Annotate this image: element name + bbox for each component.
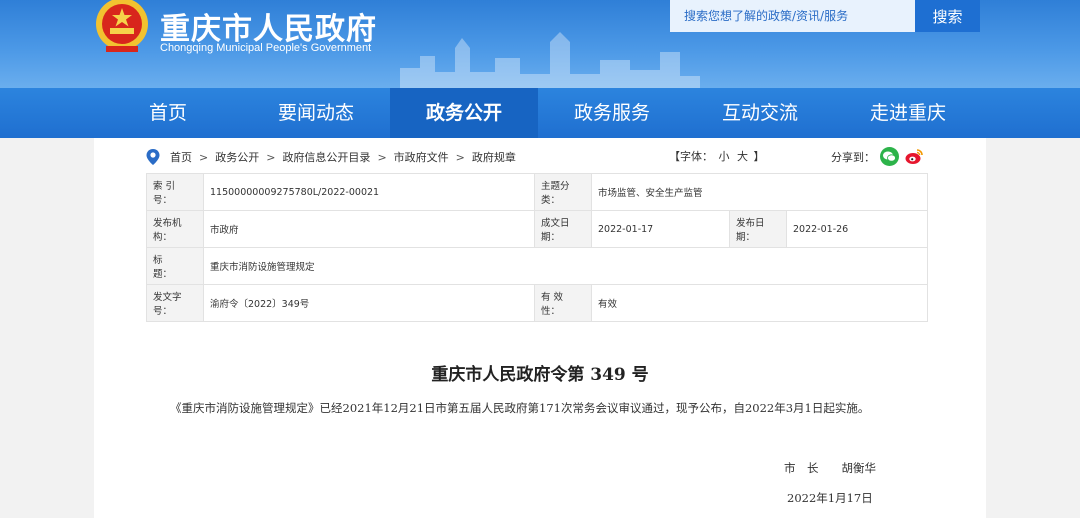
breadcrumb-government-affairs[interactable]: 政务公开 bbox=[215, 149, 259, 165]
document-number-label: 发文字号： bbox=[146, 284, 204, 322]
table-row: 发文字号： 渝府令〔2022〕349号 有 效 性： 有效 bbox=[146, 284, 928, 322]
category-value: 市场监管、安全生产监管 bbox=[591, 173, 928, 211]
nav-item-services[interactable]: 政务服务 bbox=[538, 88, 686, 138]
breadcrumb-regulations[interactable]: 政府规章 bbox=[472, 149, 516, 165]
published-date-value: 2022-01-26 bbox=[786, 210, 928, 248]
title-value: 重庆市消防设施管理规定 bbox=[203, 247, 928, 285]
published-date-label: 发布日期： bbox=[729, 210, 787, 248]
font-size-large[interactable]: 大 bbox=[737, 150, 748, 163]
document-signature: 市 长 胡衡华 bbox=[784, 461, 876, 475]
document-metadata-table: 索 引 号： 11500000009275780L/2022-00021 主题分… bbox=[146, 173, 928, 322]
breadcrumb: 首页 > 政务公开 > 政府信息公开目录 > 市政府文件 > 政府规章 bbox=[146, 148, 516, 166]
written-date-value: 2022-01-17 bbox=[591, 210, 730, 248]
issuer-value: 市政府 bbox=[203, 210, 535, 248]
breadcrumb-home[interactable]: 首页 bbox=[170, 149, 192, 165]
font-size-control: 【字体： 小 大 】 bbox=[669, 148, 765, 164]
written-date-label: 成文日期： bbox=[534, 210, 592, 248]
validity-label: 有 效 性： bbox=[534, 284, 592, 322]
breadcrumb-separator: > bbox=[377, 150, 387, 164]
search-button[interactable]: 搜索 bbox=[915, 0, 980, 32]
weibo-icon[interactable] bbox=[904, 147, 923, 166]
main-nav: 首页 要闻动态 政务公开 政务服务 互动交流 走进重庆 bbox=[0, 88, 1080, 138]
nav-item-interaction[interactable]: 互动交流 bbox=[686, 88, 834, 138]
title-label: 标 题： bbox=[146, 247, 204, 285]
breadcrumb-separator: > bbox=[199, 150, 209, 164]
breadcrumb-separator: > bbox=[455, 150, 465, 164]
document-number-value: 渝府令〔2022〕349号 bbox=[203, 284, 535, 322]
issuer-label: 发布机构： bbox=[146, 210, 204, 248]
document-title: 重庆市人民政府令第 349 号 bbox=[431, 365, 649, 385]
font-size-suffix: 】 bbox=[753, 150, 765, 163]
breadcrumb-info-catalog[interactable]: 政府信息公开目录 bbox=[282, 149, 370, 165]
breadcrumb-municipal-documents[interactable]: 市政府文件 bbox=[394, 149, 449, 165]
share-label: 分享到： bbox=[831, 150, 875, 164]
table-row: 标 题： 重庆市消防设施管理规定 bbox=[146, 247, 928, 285]
site-header: 重庆市人民政府 Chongqing Municipal People's Gov… bbox=[0, 0, 1080, 88]
search-input[interactable] bbox=[670, 0, 915, 32]
font-size-small[interactable]: 小 bbox=[719, 150, 730, 163]
validity-value: 有效 bbox=[591, 284, 928, 322]
location-pin-icon bbox=[146, 149, 160, 165]
table-row: 发布机构： 市政府 成文日期： 2022-01-17 发布日期： 2022-01… bbox=[146, 210, 928, 248]
nav-item-home[interactable]: 首页 bbox=[94, 88, 242, 138]
national-emblem-icon bbox=[96, 0, 148, 52]
font-size-prefix: 【字体： bbox=[669, 150, 713, 163]
index-number-label: 索 引 号： bbox=[146, 173, 204, 211]
share-bar: 分享到： bbox=[831, 147, 923, 166]
city-skyline-decoration bbox=[400, 32, 700, 88]
document-body: 《重庆市消防设施管理规定》已经2021年12月21日市第五届人民政府第171次常… bbox=[170, 401, 870, 415]
category-label: 主题分类： bbox=[534, 173, 592, 211]
table-row: 索 引 号： 11500000009275780L/2022-00021 主题分… bbox=[146, 173, 928, 211]
wechat-icon[interactable] bbox=[880, 147, 899, 166]
index-number-value: 11500000009275780L/2022-00021 bbox=[203, 173, 535, 211]
main-content: 首页 > 政务公开 > 政府信息公开目录 > 市政府文件 > 政府规章 【字体：… bbox=[94, 138, 986, 518]
nav-item-news[interactable]: 要闻动态 bbox=[242, 88, 390, 138]
breadcrumb-separator: > bbox=[266, 150, 276, 164]
nav-item-government-affairs[interactable]: 政务公开 bbox=[390, 88, 538, 138]
nav-item-about-chongqing[interactable]: 走进重庆 bbox=[834, 88, 982, 138]
site-subtitle: Chongqing Municipal People's Government bbox=[160, 42, 372, 54]
document-date: 2022年1月17日 bbox=[787, 491, 873, 505]
